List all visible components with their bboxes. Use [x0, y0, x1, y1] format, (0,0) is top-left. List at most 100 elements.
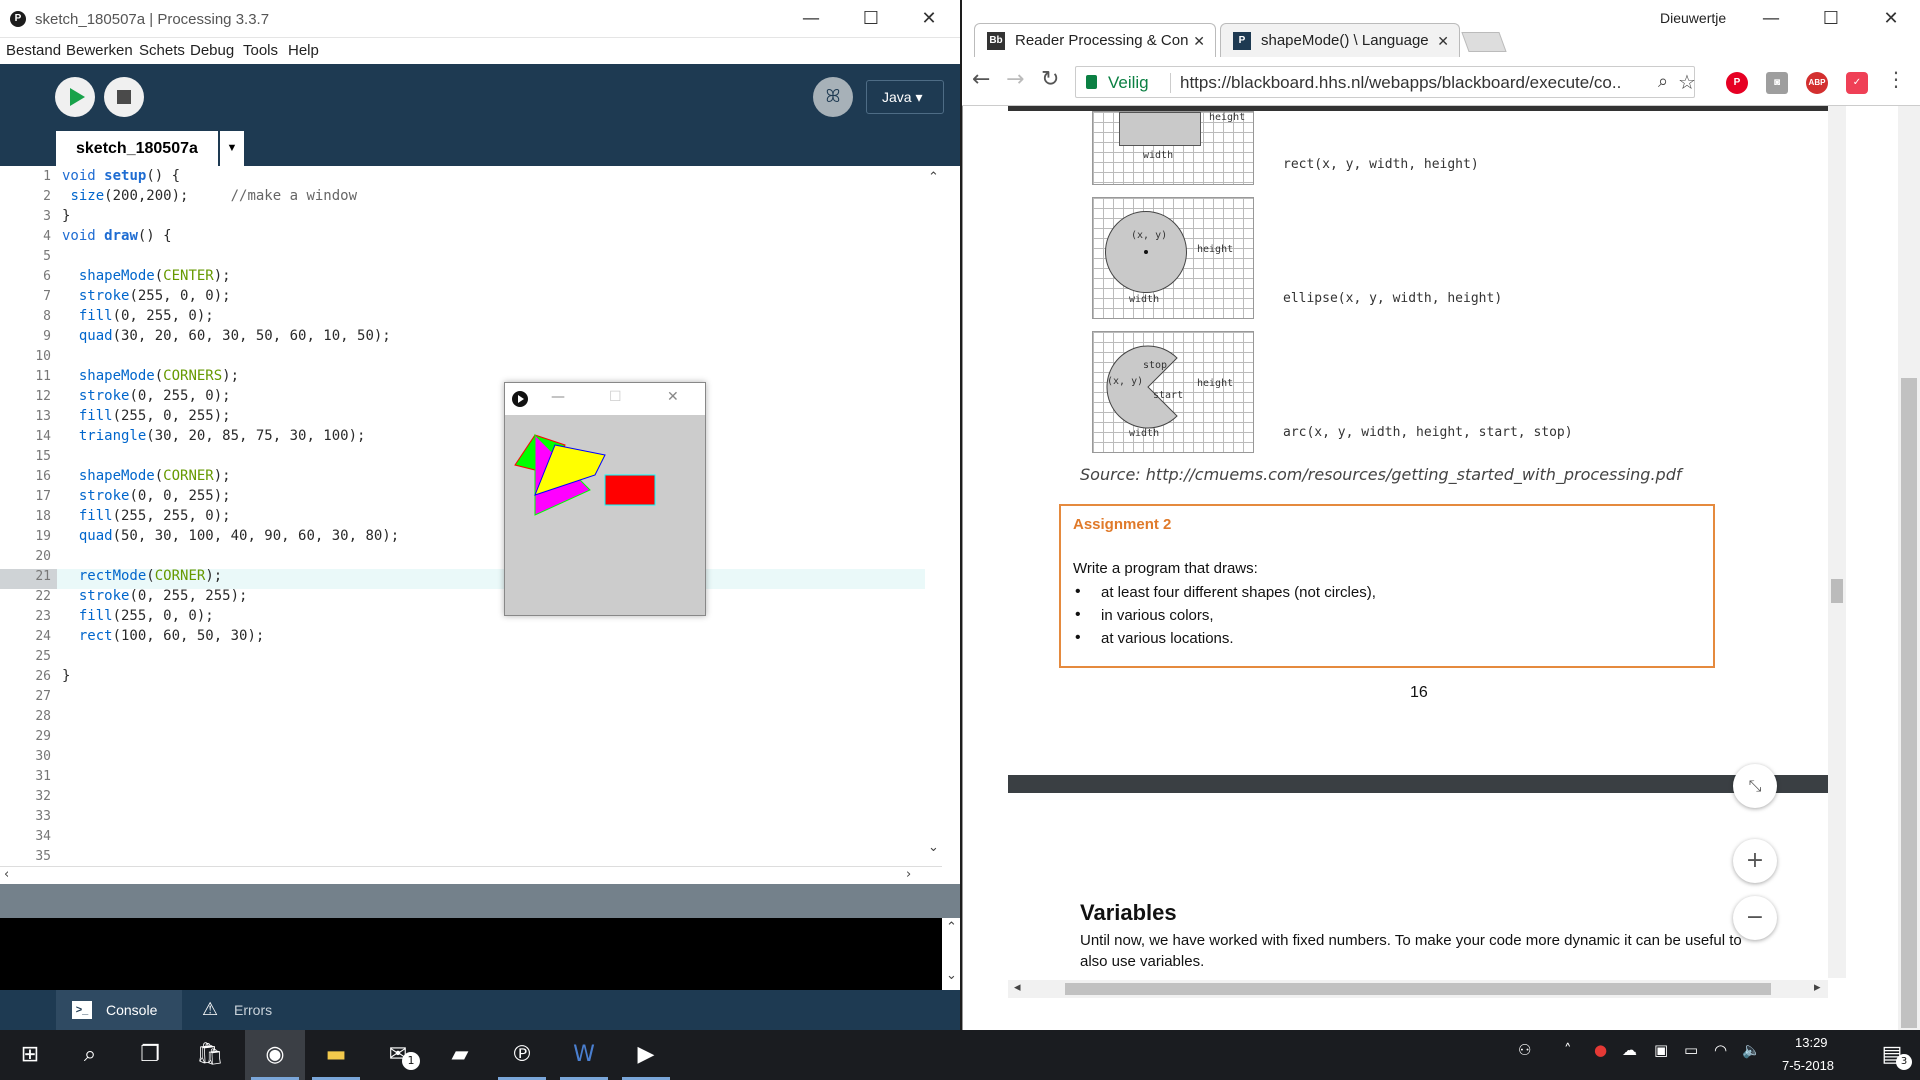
menu-schets[interactable]: Schets — [139, 42, 185, 59]
code-line[interactable]: stroke(0, 255, 0); — [62, 388, 231, 404]
scroll-up-icon[interactable]: ⌃ — [946, 920, 957, 935]
tab-errors[interactable]: ⚠ Errors — [184, 990, 300, 1030]
maximize-button[interactable]: ☐ — [842, 0, 900, 38]
scroll-right-icon[interactable]: ▸ — [1814, 980, 1821, 995]
profile-name[interactable]: Dieuwertje — [1660, 10, 1726, 26]
menu-tools[interactable]: Tools — [243, 42, 278, 59]
device-icon[interactable]: ▣ — [1654, 1041, 1668, 1059]
clock-date[interactable]: 7-5-2018 — [1782, 1058, 1834, 1073]
mail-icon[interactable]: ✉ 1 — [368, 1030, 428, 1080]
pocket-icon[interactable]: ✓ — [1846, 72, 1868, 94]
browser-minimize-button[interactable]: — — [1742, 0, 1800, 38]
pdf-vertical-thumb[interactable] — [1831, 579, 1843, 603]
code-line[interactable]: stroke(0, 0, 255); — [62, 488, 231, 504]
console-scrollbar[interactable]: ⌃ ⌄ — [942, 918, 960, 990]
tab-close-icon[interactable]: ✕ — [1437, 24, 1449, 58]
processing-taskbar-icon[interactable]: ℗ — [492, 1030, 552, 1080]
forward-arrow-icon[interactable]: → — [1006, 67, 1024, 92]
code-line[interactable]: } — [62, 668, 70, 684]
code-line[interactable]: size(200,200); //make a window — [62, 188, 357, 204]
antivirus-icon[interactable]: ● — [1594, 1041, 1607, 1059]
tab-sketch[interactable]: sketch_180507a — [56, 131, 218, 166]
pdf-vertical-scrollbar[interactable] — [1828, 106, 1846, 978]
sticky-notes-icon[interactable]: ▰ — [430, 1030, 490, 1080]
wifi-icon[interactable]: ◠ — [1714, 1041, 1727, 1059]
browser-vertical-thumb[interactable] — [1901, 378, 1917, 1028]
editor-horizontal-scrollbar[interactable]: ‹ › — [0, 866, 942, 884]
tab-console[interactable]: >_ Console — [56, 990, 182, 1030]
pdf-horizontal-thumb[interactable] — [1065, 983, 1771, 995]
action-center-icon[interactable]: ▤ 3 — [1862, 1030, 1920, 1080]
scroll-right-icon[interactable]: › — [906, 867, 911, 882]
sketch-output-window[interactable]: — ☐ ✕ — [504, 382, 706, 616]
store-icon[interactable]: 🛍 — [180, 1030, 240, 1080]
scroll-up-icon[interactable]: ⌃ — [928, 170, 939, 185]
editor-vertical-scrollbar[interactable]: ⌃ ⌄ — [926, 166, 942, 866]
code-line[interactable]: rect(100, 60, 50, 30); — [62, 628, 264, 644]
code-line[interactable]: fill(255, 0, 255); — [62, 408, 231, 424]
menu-help[interactable]: Help — [288, 42, 319, 59]
scroll-left-icon[interactable]: ‹ — [4, 867, 9, 882]
code-line[interactable]: quad(30, 20, 60, 30, 50, 60, 10, 50); — [62, 328, 391, 344]
menu-debug[interactable]: Debug — [190, 42, 234, 59]
file-explorer-icon[interactable]: ▬ — [306, 1030, 366, 1080]
mode-selector[interactable]: Java ▾ — [866, 80, 944, 114]
code-line[interactable]: shapeMode(CORNERS); — [62, 368, 239, 384]
debugger-button[interactable]: ꕤ — [813, 77, 853, 117]
menu-bewerken[interactable]: Bewerken — [66, 42, 133, 59]
code-line[interactable]: stroke(0, 255, 255); — [62, 588, 248, 604]
code-line[interactable]: quad(50, 30, 100, 40, 90, 60, 30, 80); — [62, 528, 399, 544]
adblock-icon[interactable]: ABP — [1806, 72, 1828, 94]
camera-icon[interactable]: ◙ — [1766, 72, 1788, 94]
run-button[interactable] — [55, 77, 95, 117]
code-line[interactable]: stroke(255, 0, 0); — [62, 288, 231, 304]
battery-icon[interactable]: ▭ — [1684, 1041, 1698, 1059]
browser-tab-shapemode[interactable]: P shapeMode() \ Language ✕ — [1220, 23, 1460, 57]
sketch-minimize-button[interactable]: — — [551, 389, 565, 405]
browser-tab-reader[interactable]: Bb Reader Processing & Con ✕ — [974, 23, 1216, 57]
code-line[interactable]: fill(255, 0, 0); — [62, 608, 214, 624]
onedrive-icon[interactable]: ☁ — [1622, 1041, 1637, 1059]
sketch-runner-icon[interactable]: ▶ — [616, 1030, 676, 1080]
close-button[interactable]: ✕ — [900, 0, 958, 38]
search-icon[interactable]: ⌕ — [1658, 71, 1668, 92]
exit-fullscreen-button[interactable]: ⤡ — [1733, 764, 1777, 808]
code-line[interactable]: fill(255, 255, 0); — [62, 508, 231, 524]
back-arrow-icon[interactable]: ← — [972, 67, 990, 92]
task-view-icon[interactable]: ❐ — [120, 1030, 180, 1080]
browser-maximize-button[interactable]: ☐ — [1802, 0, 1860, 38]
show-hidden-icons[interactable]: ˄ — [1564, 1041, 1572, 1059]
bookmark-star-icon[interactable]: ☆ — [1678, 70, 1696, 94]
menu-bestand[interactable]: Bestand — [6, 42, 61, 59]
code-line[interactable]: } — [62, 208, 70, 224]
url-text[interactable]: https://blackboard.hhs.nl/webapps/blackb… — [1180, 73, 1620, 93]
volume-icon[interactable]: 🔈 — [1742, 1041, 1761, 1059]
code-line[interactable]: fill(0, 255, 0); — [62, 308, 214, 324]
stop-button[interactable] — [104, 77, 144, 117]
zoom-in-button[interactable]: + — [1733, 839, 1777, 883]
code-line[interactable]: shapeMode(CORNER); — [62, 468, 231, 484]
tab-close-icon[interactable]: ✕ — [1193, 24, 1205, 58]
sketch-close-button[interactable]: ✕ — [667, 389, 679, 405]
scroll-down-icon[interactable]: ⌄ — [928, 840, 939, 855]
word-icon[interactable]: W — [554, 1030, 614, 1080]
address-bar[interactable]: Veilig https://blackboard.hhs.nl/webapps… — [1075, 66, 1696, 98]
new-tab-button[interactable] — [1461, 32, 1507, 52]
code-line[interactable]: shapeMode(CENTER); — [62, 268, 231, 284]
code-line[interactable]: void draw() { — [62, 228, 172, 244]
code-line[interactable]: rectMode(CORNER); — [62, 568, 222, 584]
browser-close-button[interactable]: ✕ — [1862, 0, 1920, 38]
console-output[interactable] — [0, 918, 942, 990]
pinterest-icon[interactable]: P — [1726, 72, 1748, 94]
windows-start-icon[interactable]: ⊞ — [0, 1030, 60, 1080]
minimize-button[interactable]: — — [782, 0, 840, 38]
scroll-left-icon[interactable]: ◂ — [1014, 980, 1021, 995]
search-icon[interactable]: ⌕ — [60, 1030, 120, 1080]
clock-time[interactable]: 13:29 — [1795, 1035, 1828, 1050]
scroll-down-icon[interactable]: ⌄ — [946, 968, 957, 983]
zoom-out-button[interactable]: − — [1733, 896, 1777, 940]
browser-menu-icon[interactable]: ⋮ — [1886, 67, 1906, 91]
sketch-maximize-button[interactable]: ☐ — [609, 389, 622, 405]
code-line[interactable]: triangle(30, 20, 85, 75, 30, 100); — [62, 428, 366, 444]
tab-menu-button[interactable]: ▼ — [220, 131, 244, 166]
